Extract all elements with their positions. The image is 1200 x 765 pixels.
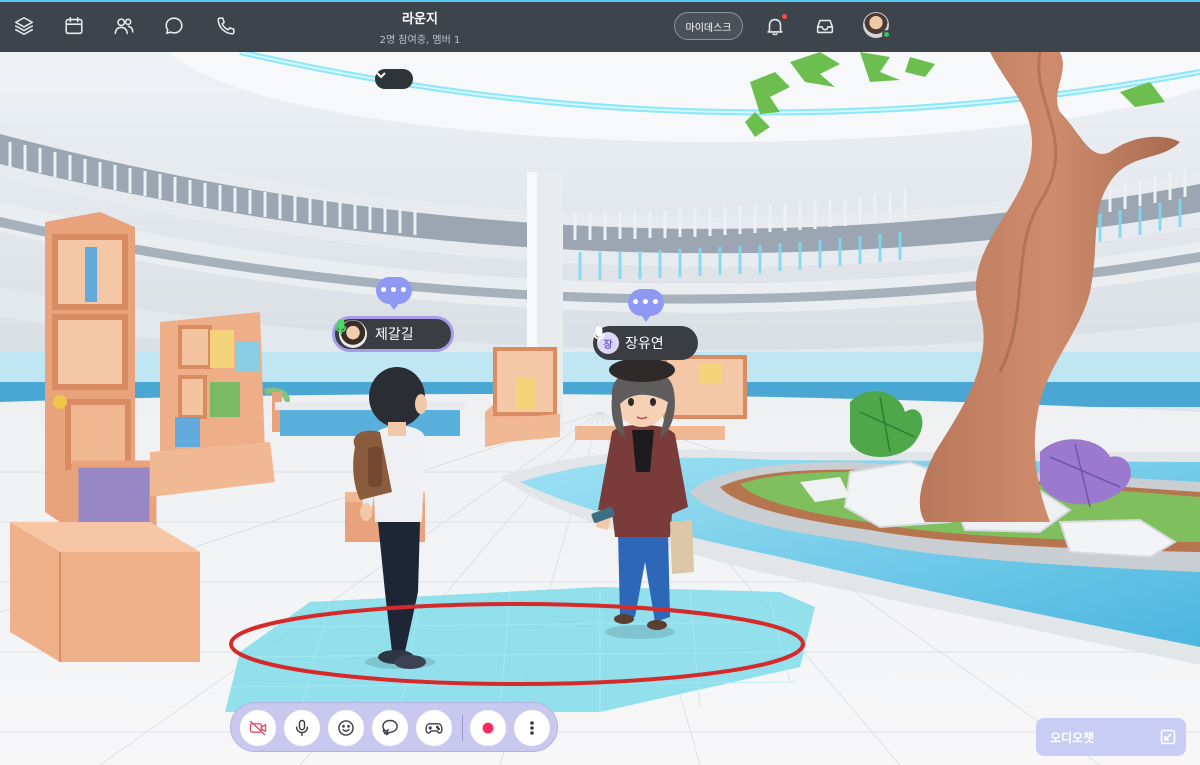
virtual-lounge-scene[interactable]: ••• ••• 제갈길 장 장유연 <box>0 52 1200 765</box>
mic-toggle-button[interactable] <box>284 710 320 746</box>
record-button[interactable] <box>470 710 506 746</box>
people-icon[interactable] <box>110 12 138 40</box>
typing-bubble-jegalgil: ••• <box>376 277 412 310</box>
layers-icon[interactable] <box>10 12 38 40</box>
toolbar-divider <box>462 715 463 741</box>
online-status-dot <box>882 30 891 39</box>
bell-icon[interactable] <box>761 12 789 40</box>
gesture-icon <box>382 719 398 736</box>
room-title-block: 라운지 2명 참여중, 멤버 1 <box>320 8 520 46</box>
mydesk-button[interactable]: 마이데스크 <box>674 12 743 40</box>
collapse-toggle-button[interactable] <box>375 69 413 89</box>
record-icon <box>482 722 494 734</box>
bottom-toolbar <box>230 702 558 752</box>
scene-illustration <box>0 52 1200 765</box>
camera-toggle-button[interactable] <box>240 710 276 746</box>
calendar-icon[interactable] <box>60 12 88 40</box>
game-icon <box>425 723 443 734</box>
mic-icon <box>295 719 309 737</box>
more-icon <box>530 721 534 735</box>
room-title: 라운지 <box>402 12 438 27</box>
participant-name: 제갈길 <box>375 327 414 343</box>
room-participants: 2명 참여중, 멤버 1 <box>379 35 461 46</box>
top-progress-line <box>0 0 1200 2</box>
nameplate-jegalgil[interactable]: 제갈길 <box>332 316 454 352</box>
camera-off-icon <box>249 720 267 736</box>
audio-chat-panel[interactable]: 오디오챗 <box>1036 718 1186 756</box>
typing-bubble-jangyuyeon: ••• <box>628 289 664 322</box>
game-button[interactable] <box>416 710 452 746</box>
more-button[interactable] <box>514 710 550 746</box>
inbox-icon[interactable] <box>811 12 839 40</box>
gesture-button[interactable] <box>372 710 408 746</box>
top-bar: 라운지 2명 참여중, 멤버 1 마이데스크 <box>0 0 1200 52</box>
audio-chat-label: 오디오챗 <box>1050 730 1095 745</box>
emoji-icon <box>338 720 354 736</box>
user-avatar[interactable] <box>863 12 891 39</box>
chat-icon[interactable] <box>160 12 188 40</box>
chevron-down-icon <box>376 72 386 79</box>
emoji-button[interactable] <box>328 710 364 746</box>
expand-icon[interactable] <box>1160 729 1176 745</box>
nameplate-jangyuyeon[interactable]: 장 장유연 <box>593 326 698 360</box>
notification-dot <box>782 14 787 19</box>
phone-icon[interactable] <box>212 12 240 40</box>
participant-name: 장유연 <box>625 336 664 352</box>
